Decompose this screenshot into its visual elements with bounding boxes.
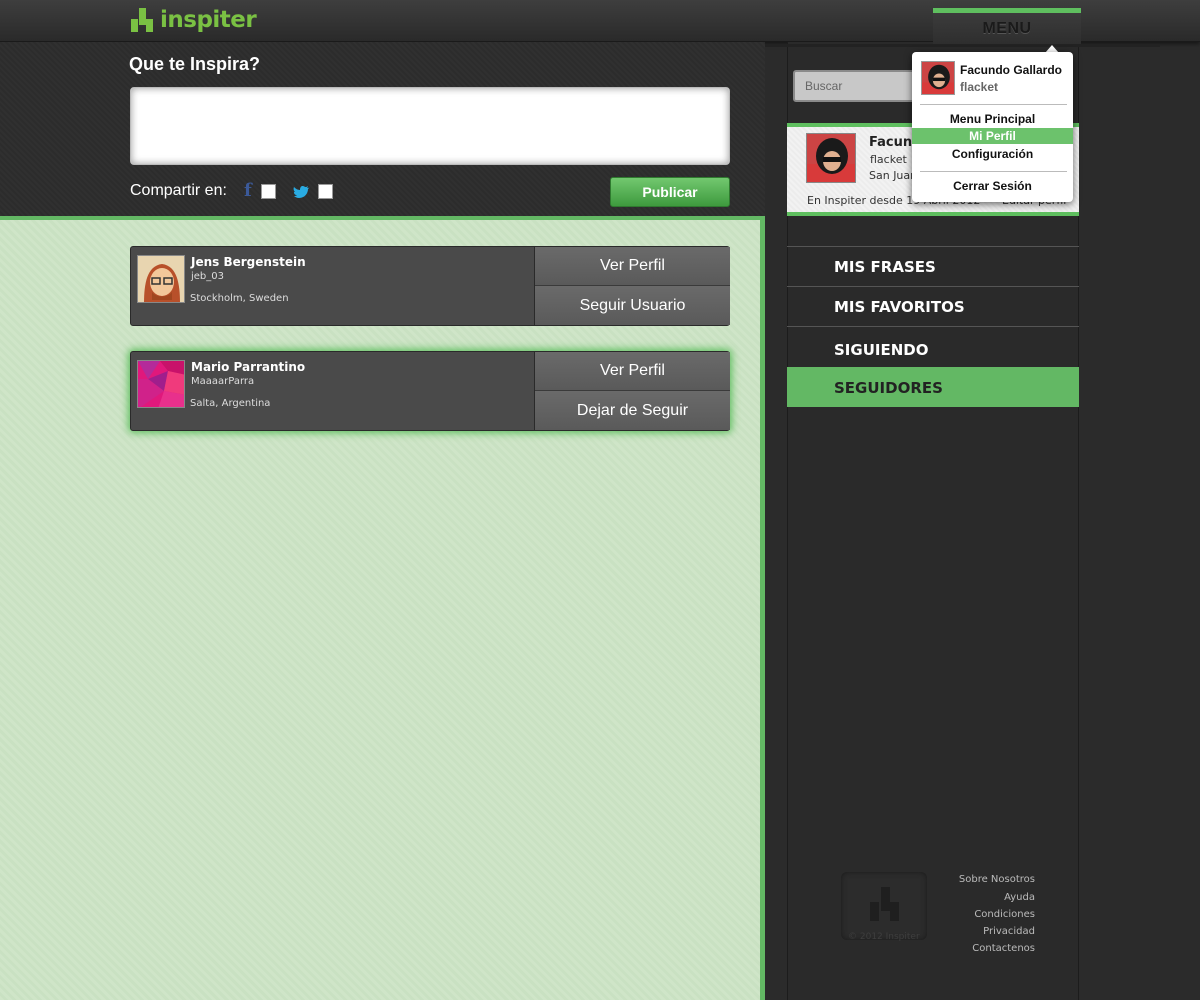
divider [920, 104, 1067, 105]
twitter-share-checkbox[interactable] [318, 184, 333, 199]
user-handle: MaaaarParra [191, 376, 255, 387]
user-location: Salta, Argentina [190, 398, 271, 409]
inspiter-logo-icon [131, 8, 153, 32]
profile-avatar-icon [807, 134, 855, 182]
menu-item-configuracion[interactable]: Configuración [912, 146, 1073, 162]
logo-text: inspiter [160, 7, 257, 33]
menu-item-mi-perfil[interactable]: Mi Perfil [912, 128, 1073, 144]
footer-link-contactenos[interactable]: Contactenos [972, 943, 1035, 954]
user-name[interactable]: Jens Bergenstein [191, 255, 306, 269]
inspiter-logo-icon [870, 887, 899, 921]
user-card: Mario Parrantino MaaaarParra Salta, Arge… [130, 351, 730, 431]
sidebar-item-seguidores[interactable]: SEGUIDORES [787, 367, 1079, 407]
avatar [921, 61, 955, 95]
publish-button[interactable]: Publicar [610, 177, 730, 207]
sidebar-item-siguiendo[interactable]: SIGUIENDO [787, 326, 1079, 368]
share-label: Compartir en: [130, 182, 227, 199]
avatar[interactable] [137, 360, 185, 408]
footer-link-privacidad[interactable]: Privacidad [983, 926, 1035, 937]
footer-link-ayuda[interactable]: Ayuda [1004, 892, 1035, 903]
footer-link-condiciones[interactable]: Condiciones [974, 909, 1035, 920]
card-actions: Ver Perfil Seguir Usuario [534, 247, 730, 325]
dropdown-user-handle: flacket [960, 80, 999, 94]
facebook-share-checkbox[interactable] [261, 184, 276, 199]
user-avatar-icon [138, 361, 184, 407]
dropdown-user-name: Facundo Gallardo [960, 63, 1063, 77]
user-name[interactable]: Mario Parrantino [191, 360, 305, 374]
avatar[interactable] [806, 133, 856, 183]
menu-band [765, 44, 1160, 47]
footer-link-sobre-nosotros[interactable]: Sobre Nosotros [959, 874, 1035, 885]
content-area [0, 216, 765, 1000]
menu-item-menu-principal[interactable]: Menu Principal [912, 111, 1073, 127]
footer-copyright: © 2012 Inspiter [848, 932, 920, 942]
menu-tab[interactable]: MENU [933, 8, 1081, 44]
avatar[interactable] [137, 255, 185, 303]
user-location: Stockholm, Sweden [190, 293, 289, 304]
sidebar-item-mis-favoritos[interactable]: MIS FAVORITOS [787, 286, 1079, 326]
card-actions: Ver Perfil Dejar de Seguir [534, 352, 730, 430]
view-profile-button[interactable]: Ver Perfil [535, 247, 730, 286]
divider [920, 171, 1067, 172]
twitter-icon [293, 186, 310, 198]
view-profile-button[interactable]: Ver Perfil [535, 352, 730, 391]
profile-location: San Juan [869, 169, 918, 182]
compose-title: Que te Inspira? [129, 54, 261, 74]
user-handle: jeb_03 [191, 271, 225, 282]
user-card: Jens Bergenstein jeb_03 Stockholm, Swede… [130, 246, 730, 326]
unfollow-user-button[interactable]: Dejar de Seguir [535, 391, 730, 430]
profile-handle: flacket [870, 153, 907, 166]
footer-logo [841, 872, 927, 940]
user-avatar-icon [138, 256, 184, 302]
profile-avatar-icon [922, 62, 954, 94]
logo[interactable]: inspiter [130, 7, 257, 33]
menu-item-cerrar-sesion[interactable]: Cerrar Sesión [912, 178, 1073, 194]
compose-textarea[interactable] [130, 87, 730, 165]
sidebar-item-mis-frases[interactable]: MIS FRASES [787, 246, 1079, 286]
facebook-icon: f [244, 180, 252, 201]
follow-user-button[interactable]: Seguir Usuario [535, 286, 730, 325]
